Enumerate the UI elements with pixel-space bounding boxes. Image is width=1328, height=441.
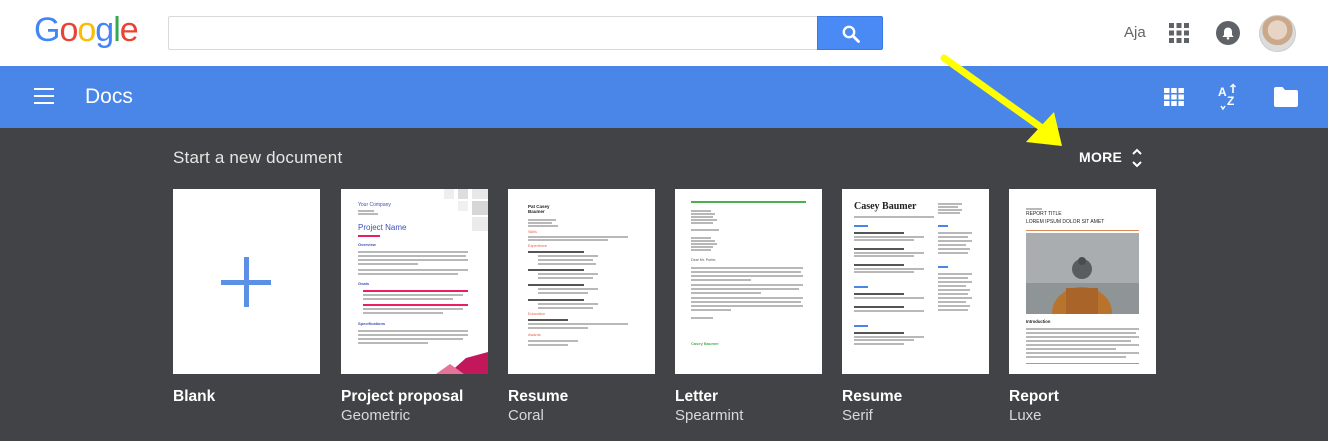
logo-letter: e xyxy=(119,11,139,49)
section-heading: Awards xyxy=(528,333,541,337)
svg-text:Z: Z xyxy=(1227,94,1234,108)
bell-icon xyxy=(1222,27,1234,40)
logo-letter: o xyxy=(77,11,96,49)
template-subtitle: Serif xyxy=(842,407,873,424)
section-heading: Goals xyxy=(358,281,370,286)
folder-icon[interactable] xyxy=(1273,86,1299,108)
template-subtitle: Spearmint xyxy=(675,407,744,424)
resume-name-heading: Pat Casey Baumer xyxy=(528,204,550,214)
section-heading: Specifications xyxy=(358,321,386,326)
more-templates-button[interactable]: MORE xyxy=(1079,149,1122,165)
docs-header: Docs A Z xyxy=(0,66,1328,128)
svg-text:A: A xyxy=(1218,85,1227,99)
template-project-proposal[interactable]: Your Company Project Name Overview Goals… xyxy=(341,189,488,424)
apps-grid-icon[interactable] xyxy=(1169,23,1189,43)
section-heading: Education xyxy=(528,312,545,316)
template-name: Resume xyxy=(842,388,903,405)
section-heading: Overview xyxy=(358,242,376,247)
report-cover-image xyxy=(1026,233,1139,314)
template-name: Report xyxy=(1009,388,1059,405)
search-input[interactable] xyxy=(168,16,818,50)
report-kicker: REPORT TITLE xyxy=(1026,211,1062,217)
section-heading: Skills xyxy=(528,230,537,234)
template-gallery: Start a new document MORE Blank Your Com… xyxy=(0,128,1328,441)
template-blank[interactable]: Blank xyxy=(173,189,320,407)
template-resume-serif[interactable]: Casey Baumer Resume Serif xyxy=(842,189,989,424)
report-heading: LOREM IPSUM DOLOR SIT AMET xyxy=(1026,219,1105,225)
logo-letter: g xyxy=(95,11,114,49)
sort-az-icon[interactable]: A Z xyxy=(1216,83,1240,111)
template-letter-spearmint[interactable]: Dear Mr. Porter, Casey Baumer Letter Spe… xyxy=(675,189,822,424)
template-resume-coral[interactable]: Pat Casey Baumer Skills Experience Educa… xyxy=(508,189,655,424)
logo-letter: o xyxy=(59,11,78,49)
resume-name-heading: Casey Baumer xyxy=(854,201,917,212)
project-name-heading: Project Name xyxy=(358,223,407,232)
template-thumbnail[interactable]: Dear Mr. Porter, Casey Baumer xyxy=(675,189,822,374)
google-logo[interactable]: Google xyxy=(34,11,139,50)
template-thumbnail[interactable]: Pat Casey Baumer Skills Experience Educa… xyxy=(508,189,655,374)
template-thumbnail[interactable] xyxy=(173,189,320,374)
report-section-heading: Introduction xyxy=(1026,319,1051,324)
template-name: Project proposal xyxy=(341,388,464,405)
template-subtitle: Luxe xyxy=(1009,407,1042,424)
section-heading: Experience xyxy=(528,244,547,248)
letter-salutation: Dear Mr. Porter, xyxy=(691,258,717,262)
app-title: Docs xyxy=(85,85,133,108)
template-name: Letter xyxy=(675,388,719,405)
template-subtitle: Geometric xyxy=(341,407,411,424)
user-name[interactable]: Aja xyxy=(1124,24,1146,41)
company-label: Your Company xyxy=(358,202,391,208)
gallery-title: Start a new document xyxy=(173,148,343,167)
search-icon xyxy=(842,25,860,43)
letter-signature: Casey Baumer xyxy=(691,341,719,346)
notifications-bell-icon[interactable] xyxy=(1216,21,1240,45)
template-thumbnail[interactable]: REPORT TITLE LOREM IPSUM DOLOR SIT AMET … xyxy=(1009,189,1156,374)
template-thumbnail[interactable]: Your Company Project Name Overview Goals… xyxy=(341,189,488,374)
template-thumbnail[interactable]: Casey Baumer xyxy=(842,189,989,374)
logo-letter: G xyxy=(34,11,60,49)
geometric-footer xyxy=(436,352,488,374)
template-report-luxe[interactable]: REPORT TITLE LOREM IPSUM DOLOR SIT AMET … xyxy=(1009,189,1156,424)
search-button[interactable] xyxy=(817,16,883,50)
avatar[interactable] xyxy=(1259,15,1296,52)
template-name: Resume xyxy=(508,388,569,405)
hamburger-menu-icon[interactable] xyxy=(34,88,54,104)
template-name: Blank xyxy=(173,388,216,405)
geometric-decoration xyxy=(444,189,488,231)
expand-chevron-icon[interactable] xyxy=(1131,146,1143,170)
search-box xyxy=(168,16,883,50)
google-top-bar: Google Aja xyxy=(0,0,1328,66)
template-subtitle: Coral xyxy=(508,407,544,424)
grid-view-icon[interactable] xyxy=(1164,88,1184,106)
